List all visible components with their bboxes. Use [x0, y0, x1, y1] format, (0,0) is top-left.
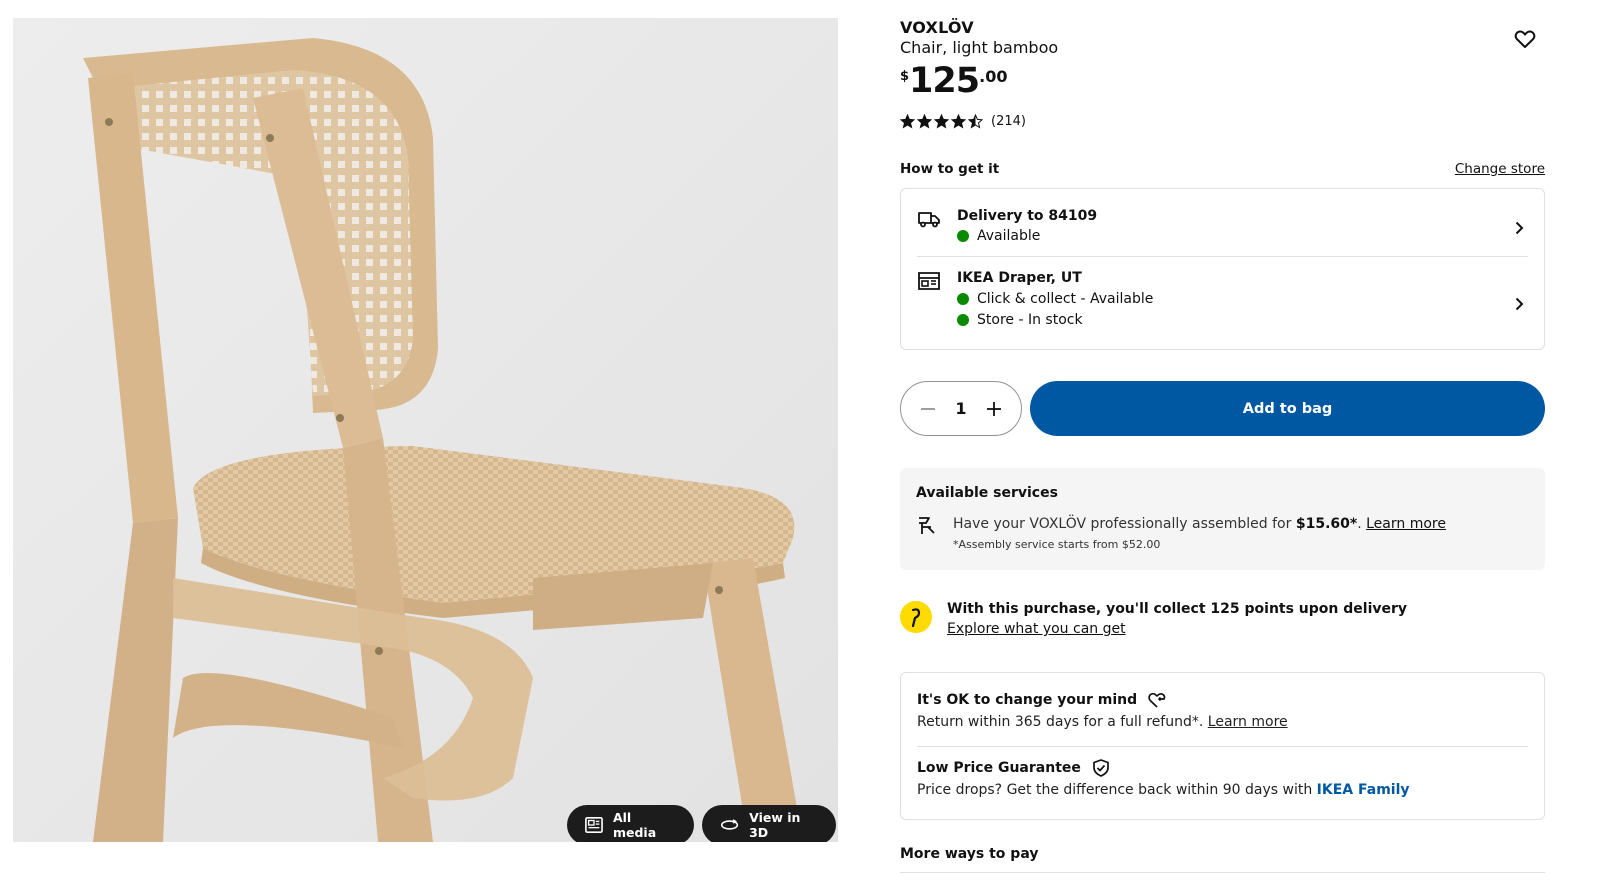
ikea-family-link[interactable]: IKEA Family [1317, 782, 1410, 798]
product-description: Chair, light bamboo [900, 38, 1059, 57]
delivery-status-text: Available [977, 228, 1041, 244]
assembly-offer: Have your VOXLÖV professionally assemble… [953, 516, 1446, 532]
heart-return-icon [1148, 692, 1166, 708]
store-title: IKEA Draper, UT [957, 270, 1082, 286]
all-media-button[interactable]: All media [567, 805, 694, 842]
points-text: With this purchase, you'll collect 125 p… [947, 601, 1408, 617]
view-in-3d-label: View in 3D [749, 810, 801, 840]
ikea-family-points-icon [900, 601, 932, 633]
star-icon [900, 114, 915, 129]
return-policy-title: It's OK to change your mind [917, 692, 1138, 708]
explore-link[interactable]: Explore what you can get [947, 621, 1126, 637]
more-ways-to-pay-heading[interactable]: More ways to pay [900, 846, 1038, 862]
price-integer: 125 [909, 61, 980, 101]
how-to-get-it-heading: How to get it [900, 161, 1000, 177]
minus-icon[interactable] [919, 400, 937, 418]
gallery-icon [585, 817, 603, 833]
price-decimal: .00 [979, 67, 1008, 86]
truck-icon [918, 212, 940, 228]
product-brand: VOXLÖV [900, 18, 974, 37]
chair-image [13, 18, 838, 842]
delivery-option[interactable]: Delivery to 84109 Available [917, 205, 1528, 257]
delivery-title: Delivery to 84109 [957, 208, 1098, 224]
price-guarantee-title: Low Price Guarantee [917, 760, 1081, 776]
return-policy-text: Return within 365 days for a full refund… [917, 714, 1208, 730]
change-store-link[interactable]: Change store [1455, 161, 1545, 177]
price-guarantee-body: Price drops? Get the difference back wit… [917, 782, 1528, 798]
delivery-status: Available [957, 228, 1040, 244]
click-collect-text: Click & collect - Available [977, 291, 1154, 307]
services-heading: Available services [916, 485, 1058, 501]
price-guarantee-heading: Low Price Guarantee [917, 757, 1528, 779]
availability-box: Delivery to 84109 Available IKEA Draper,… [900, 188, 1545, 350]
assembly-note: *Assembly service starts from $52.00 [953, 538, 1161, 551]
view-in-3d-button[interactable]: View in 3D [702, 805, 836, 842]
return-policy-heading: It's OK to change your mind [917, 689, 1528, 711]
status-dot [957, 230, 969, 242]
plus-icon[interactable] [985, 400, 1003, 418]
return-policy-body: Return within 365 days for a full refund… [917, 714, 1528, 730]
heart-icon[interactable] [1513, 27, 1537, 51]
all-media-label: All media [612, 810, 657, 840]
assembly-price: $15.60* [1295, 516, 1358, 532]
quantity-stepper[interactable]: 1 [900, 381, 1022, 436]
store-stock-status: Store - In stock [957, 312, 1083, 328]
assembly-period: . [1357, 516, 1367, 532]
product-price: $ 125 .00 [900, 62, 1007, 100]
product-image-panel[interactable]: All media View in 3D [13, 18, 838, 842]
chevron-right-icon [1515, 221, 1524, 235]
price-currency: $ [900, 69, 910, 84]
assembly-icon [919, 517, 935, 534]
store-icon [918, 272, 940, 290]
available-services-box: Available services Have your VOXLÖV prof… [900, 468, 1545, 570]
assembly-learn-more-link[interactable]: Learn more [1366, 516, 1446, 532]
add-to-bag-button[interactable]: Add to bag [1030, 381, 1545, 436]
chevron-right-icon [1515, 297, 1524, 311]
policy-box: It's OK to change your mind Return withi… [900, 672, 1545, 820]
star-icon [951, 114, 966, 129]
return-learn-more-link[interactable]: Learn more [1208, 714, 1288, 730]
store-option[interactable]: IKEA Draper, UT Click & collect - Availa… [917, 267, 1528, 339]
price-guarantee: Low Price Guarantee Price drops? Get the… [917, 757, 1528, 809]
star-icon [934, 114, 949, 129]
return-policy: It's OK to change your mind Return withi… [917, 689, 1528, 747]
star-icon [968, 114, 983, 129]
product-rating[interactable]: (214) [900, 114, 1026, 129]
click-collect-status: Click & collect - Available [957, 291, 1153, 307]
status-dot [957, 293, 969, 305]
status-dot [957, 314, 969, 326]
product-info-panel: VOXLÖV Chair, light bamboo $ 125 .00 (21… [900, 0, 1545, 892]
family-points: With this purchase, you'll collect 125 p… [900, 600, 1545, 645]
price-guarantee-text: Price drops? Get the difference back wit… [917, 782, 1317, 798]
quantity-value: 1 [955, 399, 967, 418]
shield-check-icon [1093, 759, 1109, 777]
divider [900, 872, 1545, 873]
assembly-text: Have your VOXLÖV professionally assemble… [953, 516, 1296, 532]
store-stock-text: Store - In stock [977, 312, 1083, 328]
rating-count: (214) [991, 114, 1026, 129]
star-icon [917, 114, 932, 129]
rating-stars [900, 114, 983, 129]
rotate-3d-icon [720, 819, 739, 830]
